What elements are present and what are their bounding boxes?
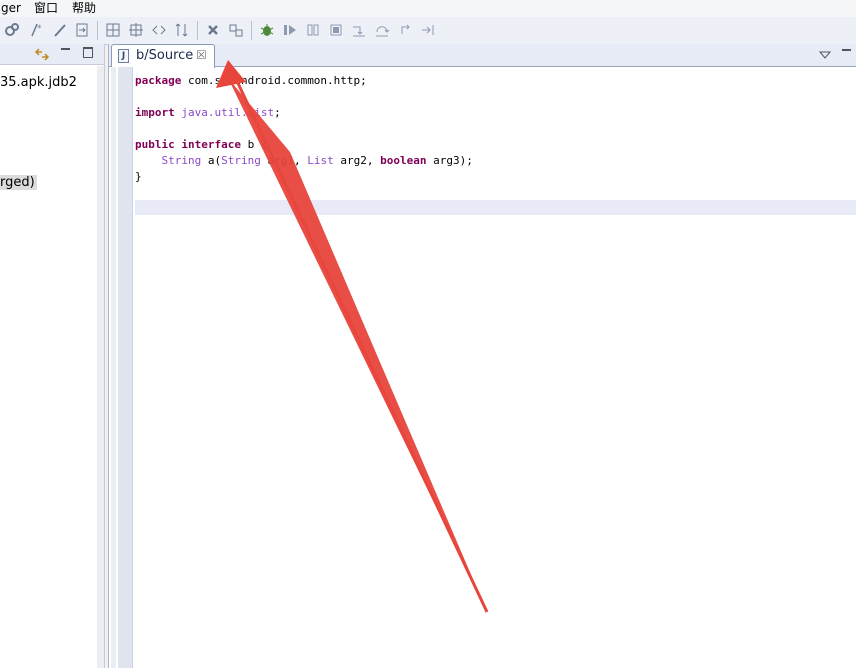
code-token: public interface (135, 138, 241, 151)
code-token: java.util.List (181, 106, 275, 119)
code-token: List (307, 154, 334, 167)
terminate-icon[interactable] (204, 21, 222, 39)
toolbar-separator (97, 21, 98, 40)
maximize-icon[interactable] (83, 47, 93, 58)
code-token: arg2, (333, 154, 381, 167)
bug-icon[interactable] (258, 21, 276, 39)
edit-icon[interactable] (51, 21, 69, 39)
resume-icon[interactable] (281, 21, 299, 39)
editor-tab-bar: J b/Source ☒ (109, 44, 856, 68)
panel-header (0, 44, 104, 65)
step-over-icon[interactable] (373, 21, 391, 39)
link-icon[interactable] (150, 21, 168, 39)
step-into-icon[interactable] (350, 21, 368, 39)
code-line: package com.ss.android.common.http; (135, 73, 473, 89)
minimize-icon[interactable] (61, 48, 70, 50)
svg-text:*: * (37, 24, 42, 34)
menu-bar: ger 窗口 帮助 (0, 0, 856, 17)
code-token: b { (240, 138, 268, 151)
code-token: } (135, 170, 142, 183)
code-token: ; (274, 106, 281, 119)
tab-b-source[interactable]: J b/Source ☒ (111, 44, 215, 68)
menu-help[interactable]: 帮助 (72, 1, 96, 16)
code-token: import (135, 106, 175, 119)
step-return-icon[interactable] (396, 21, 414, 39)
suspend-icon[interactable] (304, 21, 322, 39)
package-explorer-panel: 35.apk.jdb2 rged) (0, 44, 105, 668)
code-token: package (135, 74, 182, 87)
close-icon[interactable]: ☒ (196, 48, 207, 62)
code-editor[interactable]: package com.ss.android.common.http; impor… (109, 67, 856, 668)
toggle-comment-icon[interactable]: * (27, 21, 45, 39)
toolbar-separator (197, 21, 198, 40)
branch-icon[interactable] (173, 21, 191, 39)
scrollbar[interactable] (97, 66, 104, 668)
code-token: arg3); (426, 154, 473, 167)
code-token: boolean (380, 154, 427, 167)
grid-icon[interactable] (104, 21, 122, 39)
disconnect-icon[interactable] (227, 21, 245, 39)
tree-item-apk[interactable]: 35.apk.jdb2 (0, 75, 77, 90)
stop-icon[interactable] (327, 21, 345, 39)
source-code: package com.ss.android.common.http; impor… (135, 73, 473, 185)
tab-title: b/Source (136, 48, 194, 63)
toolbar: * (0, 17, 856, 45)
code-line: String a(String arg1, List arg2, boolean… (135, 153, 473, 169)
editor-area: J b/Source ☒ package com.ss.android.comm… (108, 44, 856, 668)
code-token: a( (201, 154, 222, 167)
java-file-icon: J (118, 49, 129, 63)
debug-config-icon[interactable] (3, 21, 21, 39)
current-line-highlight (135, 200, 856, 215)
minimize-icon[interactable] (842, 49, 851, 51)
overview-ruler (111, 67, 116, 668)
tree-view: 35.apk.jdb2 rged) (0, 66, 98, 668)
toolbar-separator (251, 21, 252, 40)
code-line: } (135, 169, 473, 185)
code-token: String (161, 154, 202, 167)
step-filter-icon[interactable] (73, 21, 91, 39)
view-menu-icon[interactable] (818, 49, 832, 63)
menu-window[interactable]: 窗口 (34, 1, 58, 16)
menu-debugger[interactable]: ger (1, 1, 21, 16)
link-with-editor-icon[interactable] (34, 46, 50, 65)
code-token: arg1, (260, 154, 308, 167)
code-token: com.ss.android.common.http; (181, 74, 367, 87)
code-token: String (221, 154, 261, 167)
code-line: import java.util.List; (135, 105, 473, 121)
grid2-icon[interactable] (127, 21, 145, 39)
line-gutter (118, 67, 133, 668)
tree-item-merged[interactable]: rged) (0, 175, 37, 190)
drop-to-frame-icon[interactable] (419, 21, 437, 39)
code-line: public interface b { (135, 137, 473, 153)
